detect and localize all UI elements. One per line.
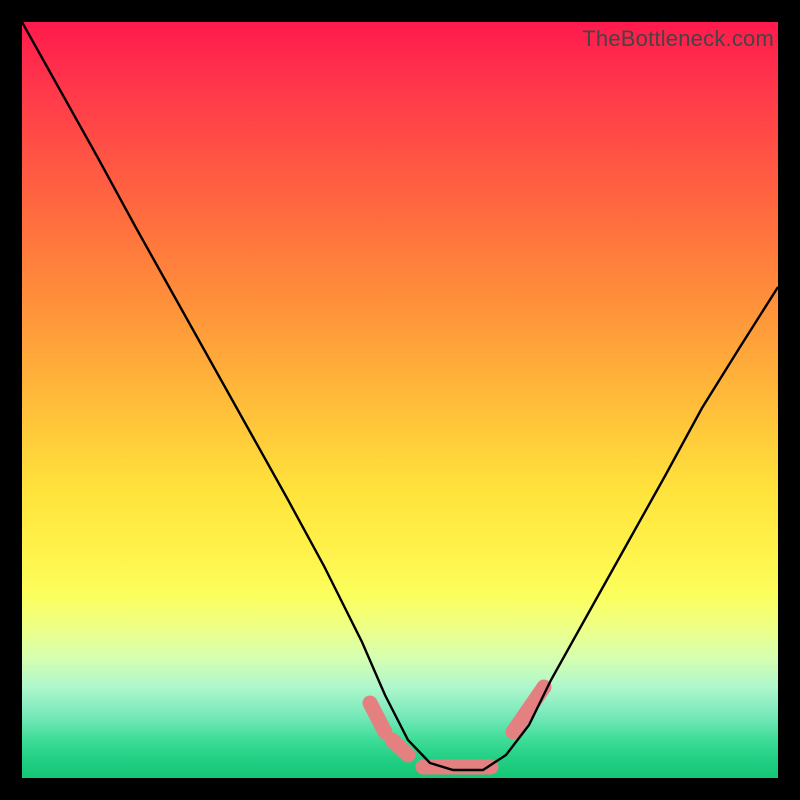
watermark-text: TheBottleneck.com bbox=[582, 26, 774, 52]
chart-plot-area bbox=[22, 22, 778, 778]
chart-frame: TheBottleneck.com bbox=[0, 0, 800, 800]
